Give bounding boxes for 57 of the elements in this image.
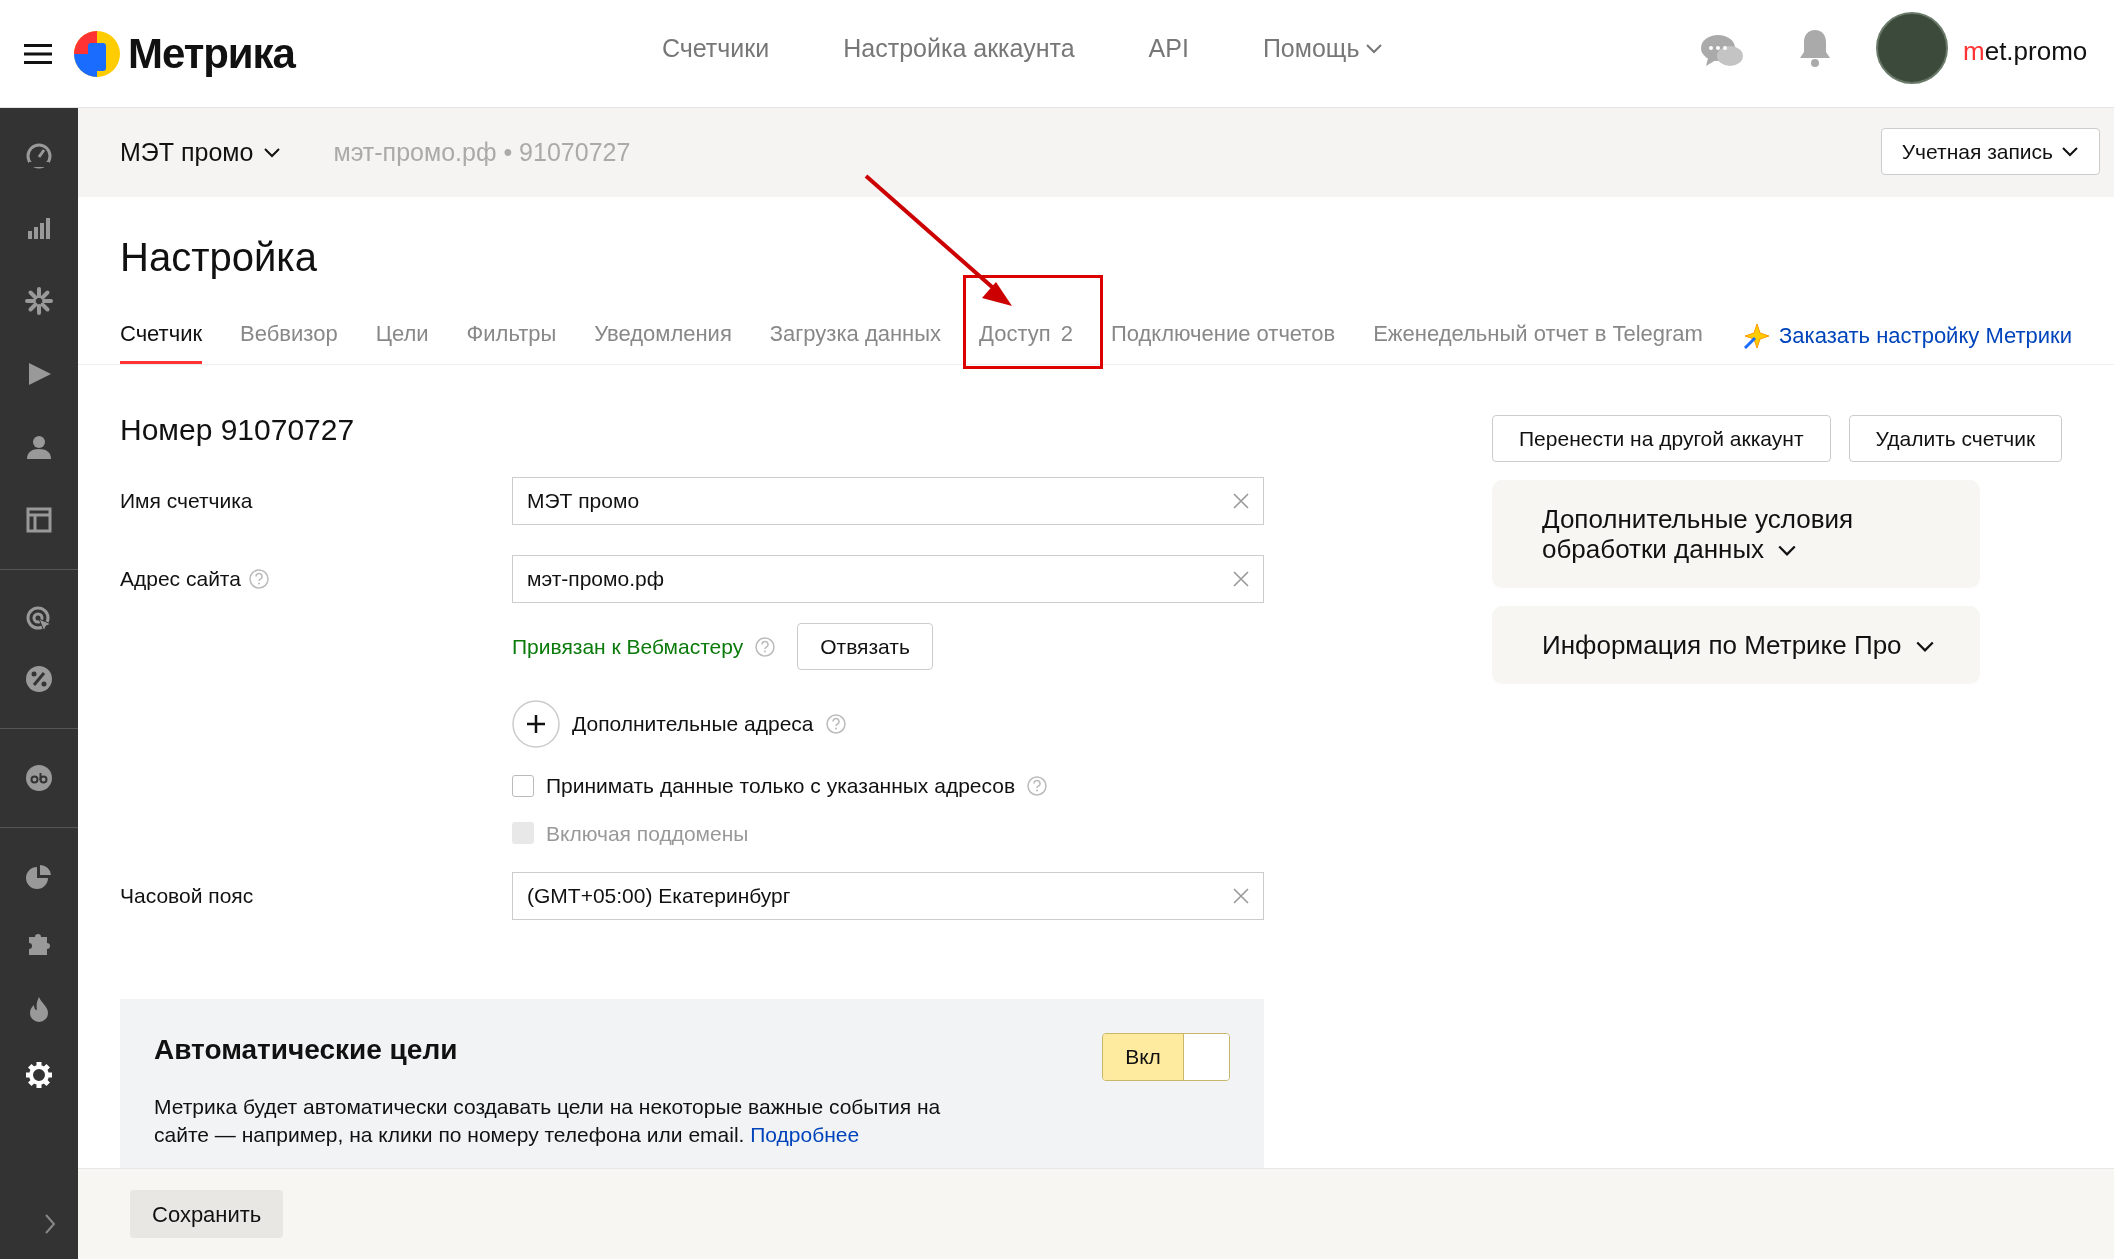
- counter-selector[interactable]: МЭТ промо: [120, 133, 282, 172]
- section-heading: Номер 91070727: [120, 415, 356, 445]
- checkbox-label: Принимать данные только с указанных адресов: [546, 773, 1016, 799]
- settings-icon[interactable]: [24, 1060, 54, 1090]
- tab[interactable]: Доступ 2: [979, 305, 1073, 364]
- field-label: Адрес сайта: [120, 566, 241, 593]
- logo-text[interactable]: Метрика: [128, 22, 295, 85]
- checkbox-label: Включая поддомены: [546, 820, 749, 847]
- chevron-icon: [263, 146, 282, 159]
- panel-title: Автоматические цели: [154, 1033, 458, 1067]
- clear-icon[interactable]: [1233, 888, 1249, 904]
- nav-link[interactable]: Помощь: [1262, 30, 1384, 68]
- ab-test-icon[interactable]: [24, 763, 54, 793]
- promo-link[interactable]: Заказать настройку Метрики: [1741, 319, 2072, 352]
- tab[interactable]: Счетчик: [120, 305, 203, 364]
- toggle-switch[interactable]: Вкл: [1102, 1033, 1230, 1081]
- tab[interactable]: Уведомления: [594, 305, 732, 364]
- field-label: Часовой пояс: [120, 883, 254, 910]
- clear-icon[interactable]: [1233, 493, 1249, 509]
- action-button[interactable]: Удалить счетчик: [1848, 415, 2063, 462]
- chevron-icon: [2061, 145, 2079, 158]
- expandable-card[interactable]: Дополнительные условия обработки данных: [1492, 480, 1980, 588]
- layout-icon[interactable]: [24, 505, 54, 535]
- tab[interactable]: Фильтры: [466, 305, 557, 364]
- input-field[interactable]: (GMT+05:00) Екатеринбург: [512, 872, 1264, 920]
- snowflake-icon[interactable]: [24, 286, 54, 316]
- unlink-button[interactable]: Отвязать: [797, 623, 933, 670]
- more-link[interactable]: Подробнее: [750, 1123, 860, 1146]
- input-field[interactable]: мэт-промо.рф: [512, 555, 1264, 603]
- field-label: Имя счетчика: [120, 488, 253, 515]
- tab[interactable]: Цели: [375, 305, 429, 364]
- expandable-card[interactable]: Информация по Метрике Про: [1492, 606, 1980, 684]
- clear-icon[interactable]: [1233, 571, 1249, 587]
- expand-icon[interactable]: [44, 1213, 56, 1235]
- logo-icon: [74, 30, 120, 77]
- counter-site: мэт-промо.рф • 91070727: [333, 136, 631, 168]
- panel-description: Метрика будет автоматически создавать цели на некоторые важные события на сайте — например, на клики по номеру телефона или email. Подробнее: [154, 1094, 942, 1148]
- tab[interactable]: Подключение отчетов: [1110, 305, 1336, 364]
- checkbox[interactable]: [512, 774, 534, 797]
- extra-addresses-label: Дополнительные адреса: [572, 711, 814, 738]
- nav-link[interactable]: API: [1148, 30, 1189, 68]
- webmaster-status: Привязан к Вебмастеру: [512, 633, 744, 660]
- nav-link[interactable]: Счетчики: [662, 30, 770, 68]
- account-button[interactable]: Учетная запись: [1880, 128, 2100, 175]
- tab[interactable]: Загрузка данных: [769, 305, 942, 364]
- input-field[interactable]: МЭТ промо: [512, 477, 1264, 525]
- tab[interactable]: Еженедельный отчет в Telegram: [1373, 305, 1703, 364]
- user-login[interactable]: met.promo: [1963, 32, 2088, 71]
- action-button[interactable]: Перенести на другой аккаунт: [1492, 415, 1831, 462]
- nav-link[interactable]: Настройка аккаунта: [843, 30, 1075, 68]
- tab[interactable]: Вебвизор: [240, 305, 338, 364]
- save-button[interactable]: Сохранить: [130, 1190, 284, 1238]
- pie-chart-icon[interactable]: [24, 862, 54, 892]
- page-title: Настройка: [120, 235, 318, 279]
- percent-icon[interactable]: [24, 664, 54, 694]
- menu-icon[interactable]: [24, 41, 52, 66]
- add-button[interactable]: [512, 700, 560, 748]
